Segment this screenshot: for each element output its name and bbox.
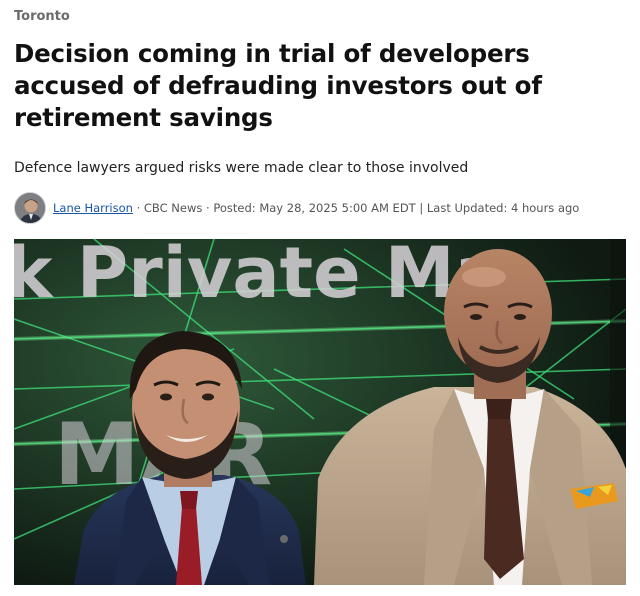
article-photo[interactable]: k Private Ma MAR <box>14 239 626 585</box>
author-link[interactable]: Lane Harrison <box>53 201 133 215</box>
backdrop-text-top: k Private Ma <box>14 239 502 314</box>
byline-posted: Posted: May 28, 2025 5:00 AM EDT <box>213 201 416 215</box>
byline-updated: Last Updated: 4 hours ago <box>426 201 580 215</box>
byline-outlet: CBC News <box>143 201 203 215</box>
article-deck: Defence lawyers argued risks were made c… <box>14 160 469 176</box>
byline-text: Lane Harrison · CBC News · Posted: May 2… <box>53 201 579 215</box>
byline-separator: | <box>415 201 427 215</box>
byline: Lane Harrison · CBC News · Posted: May 2… <box>14 192 626 224</box>
author-avatar[interactable] <box>14 192 46 224</box>
section-link-toronto[interactable]: Toronto <box>14 9 70 24</box>
byline-separator: · <box>132 201 144 215</box>
article-headline: Decision coming in trial of developers a… <box>14 39 542 132</box>
byline-separator: · <box>202 201 214 215</box>
